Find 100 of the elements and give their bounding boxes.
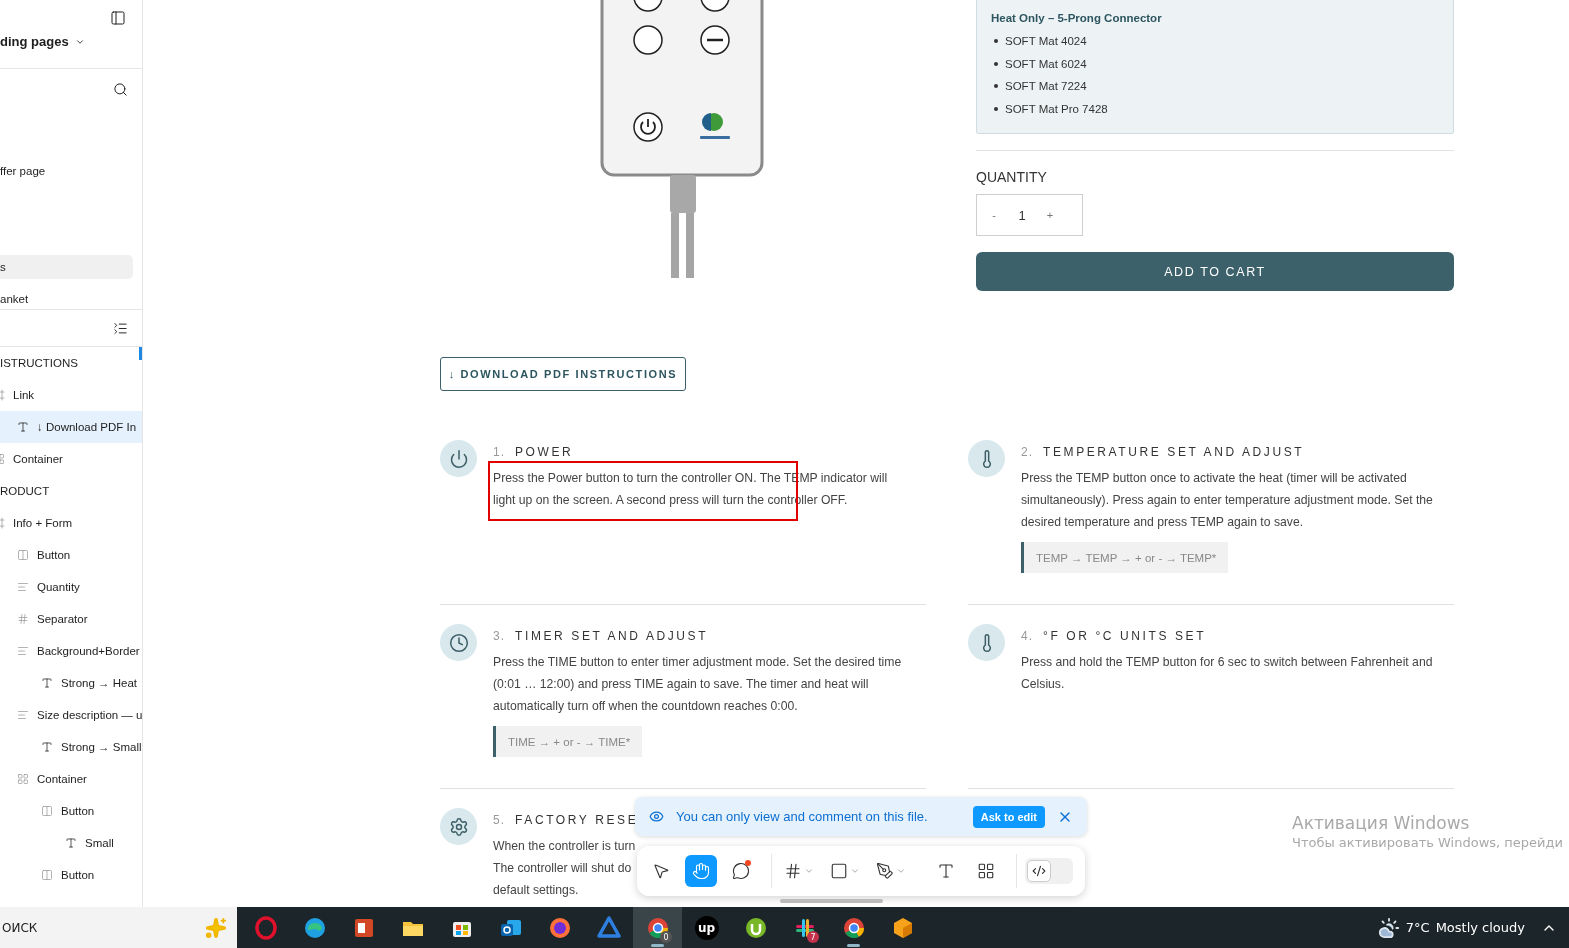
layer-name: Button — [61, 869, 95, 881]
sidebar-toggle-icon[interactable] — [110, 10, 126, 26]
compatibility-title: Heat Only – 5-Prong Connector — [991, 12, 1163, 24]
clock-step-icon — [440, 624, 477, 661]
taskbar-app-button[interactable]: 7 — [780, 907, 829, 948]
toast-message: You can only view and comment on this file. — [676, 809, 929, 824]
step-number: 4. — [1021, 629, 1033, 643]
layer-row[interactable]: Link — [0, 379, 142, 411]
layer-row[interactable]: Quantity — [0, 571, 142, 603]
page-item[interactable]: ffer page — [0, 159, 133, 183]
logo-wordmark: up — [694, 915, 719, 940]
step-description: Press and hold the TEMP button for 6 sec to switch between Fahrenheit and Celsius. — [1021, 654, 1434, 693]
quantity-label: QUANTITY — [976, 169, 1048, 185]
search-icon[interactable] — [113, 82, 128, 97]
cloud-sun-icon — [1377, 916, 1400, 939]
taskbar-app-button[interactable]: 0 — [633, 907, 682, 948]
increment-button[interactable]: + — [1033, 195, 1067, 235]
layer-row[interactable]: Button — [0, 539, 142, 571]
stack-layer-icon — [17, 709, 29, 721]
layer-name: Info + Form — [13, 517, 73, 529]
step-number: 2. — [1021, 445, 1033, 459]
stack-layer-icon — [17, 645, 29, 657]
speech-bubble-icon — [732, 862, 750, 880]
rectangle-icon — [830, 862, 848, 880]
layer-row[interactable]: Small — [0, 827, 142, 859]
layer-row[interactable]: Background+Border — [0, 635, 142, 667]
globe-icon — [547, 915, 572, 940]
page-selector[interactable]: ding pages — [0, 34, 142, 49]
notification-badge: 0 — [660, 931, 672, 943]
step-number: 1. — [493, 445, 505, 459]
taskbar-search-field[interactable]: ОИСК — [0, 907, 237, 948]
code-icon — [1032, 864, 1046, 878]
bullet-icon — [994, 84, 998, 89]
eye-icon — [649, 809, 664, 824]
bullet-icon — [994, 106, 998, 111]
activation-title: Активация Windows — [1292, 813, 1471, 833]
wheel-icon — [645, 915, 670, 940]
pen-icon — [876, 862, 894, 880]
taskbar-app-button[interactable]: up — [682, 907, 731, 948]
layer-name: Container — [13, 453, 63, 465]
sparkles-icon — [205, 916, 227, 939]
page-item[interactable]: anket — [0, 287, 133, 311]
gear-step-icon — [440, 808, 477, 845]
text-layer-icon — [41, 677, 53, 689]
step-title: TIMER SET AND ADJUST — [515, 629, 709, 643]
temperature: 7°C — [1405, 920, 1430, 935]
layer-row[interactable]: Size description — u — [0, 699, 142, 731]
layer-row[interactable]: Strong → Small — [0, 731, 142, 763]
layer-name: Button — [37, 549, 71, 561]
button-sequence: TIME → + or - → TIME* — [493, 726, 643, 757]
running-indicator — [651, 944, 664, 947]
compatible-model: SOFT Mat 6024 — [1005, 57, 1087, 70]
download-pdf-button[interactable]: ↓ DOWNLOAD PDF INSTRUCTIONS — [440, 357, 686, 391]
layer-row[interactable]: Strong → Heat — [0, 667, 142, 699]
text-layer-icon — [17, 421, 29, 433]
layer-row[interactable]: RODUCT — [0, 475, 142, 507]
stack-layer-icon — [17, 581, 29, 593]
layer-row[interactable]: ↓ Download PDF In — [0, 411, 142, 443]
layer-row[interactable]: Button — [0, 859, 142, 891]
compatible-model: SOFT Mat Pro 7428 — [1005, 102, 1108, 115]
step-title: FACTORY RESE — [515, 813, 639, 827]
layer-name: Strong → Heat — [61, 677, 138, 689]
running-indicator — [847, 944, 860, 947]
pointer-icon — [652, 862, 670, 880]
leaf-icon — [743, 915, 768, 940]
step-number: 3. — [493, 629, 505, 643]
grid-layer-icon — [17, 613, 29, 625]
step-title: POWER — [515, 445, 574, 459]
step-description-line: The controller will shut do — [493, 860, 632, 877]
layer-row[interactable]: Container — [0, 443, 142, 475]
layer-name: Separator — [37, 613, 88, 625]
notification-badge: 7 — [807, 931, 819, 943]
step-title: TEMPERATURE SET AND ADJUST — [1043, 445, 1305, 459]
layer-row[interactable]: Button — [0, 795, 142, 827]
layer-row[interactable]: ISTRUCTIONS — [0, 347, 142, 379]
layer-row[interactable]: Separator — [0, 603, 142, 635]
layer-name: Container — [37, 773, 87, 785]
layer-name: ↓ Download PDF In — [37, 421, 137, 433]
code-toggle[interactable] — [1025, 858, 1073, 884]
layer-row[interactable]: Info + Form — [0, 507, 142, 539]
layer-name: Small — [85, 837, 114, 849]
quantity-value[interactable]: 1 — [1011, 207, 1033, 223]
page-item[interactable]: s — [0, 255, 133, 279]
layer-name: Quantity — [37, 581, 80, 593]
collapse-layers-icon[interactable] — [113, 320, 128, 336]
add-to-cart-button[interactable]: ADD TO CART — [976, 252, 1454, 291]
step-title: °F OR °C UNITS SET — [1043, 629, 1207, 643]
weather-condition: Mostly cloudy — [1435, 920, 1525, 935]
button-layer-icon — [41, 805, 53, 817]
compatible-model: SOFT Mat 4024 — [1005, 35, 1087, 48]
thermometer-step-icon — [968, 440, 1005, 477]
decrement-button[interactable]: - — [977, 195, 1011, 235]
drag-handle[interactable] — [780, 899, 883, 903]
layer-name: Link — [13, 389, 35, 401]
step-description-line: When the controller is turn — [493, 838, 636, 855]
text-layer-icon — [65, 837, 77, 849]
power-step-icon — [440, 440, 477, 477]
layer-row[interactable]: Container — [0, 763, 142, 795]
scrollbar-thumb[interactable] — [139, 347, 142, 360]
text-icon — [937, 862, 955, 880]
